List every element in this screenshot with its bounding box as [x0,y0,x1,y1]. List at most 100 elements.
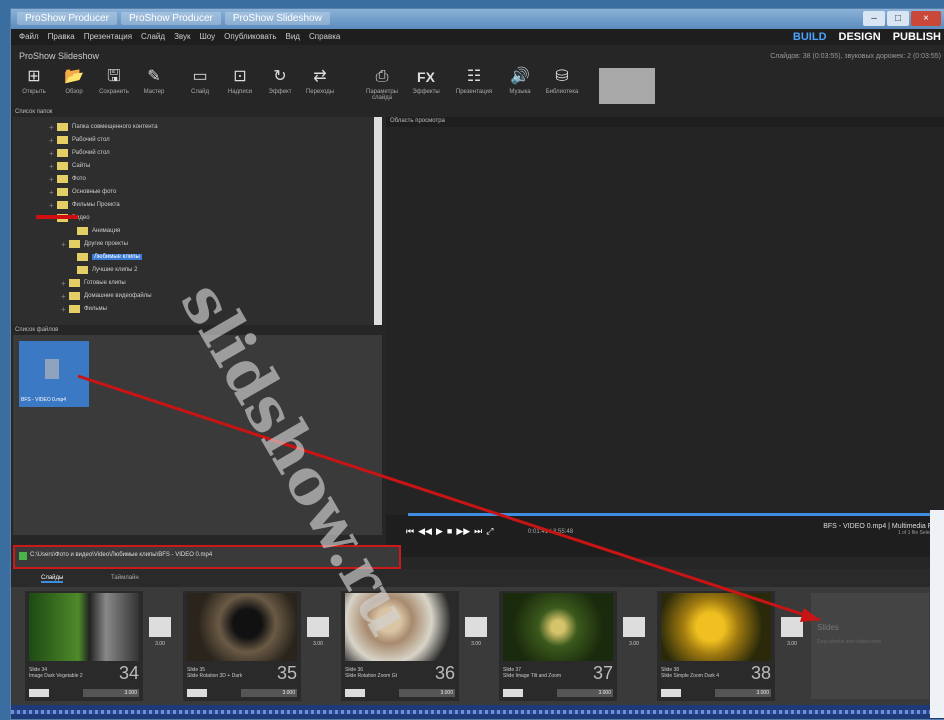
show-icon: ☷ [466,68,482,85]
toolbar-button[interactable]: ⇄ Переходы [301,67,339,95]
slide-controls-icon[interactable] [661,689,681,697]
preview-progress-bar[interactable] [408,513,944,516]
preview-area: Область просмотра ⏮ ◀◀ ▶ ■ ▶▶ ⏭ ⤢ 0:01:41 / 3:… [386,117,944,557]
slide-duration[interactable]: 3.000 [83,689,139,697]
slide-caption: Slide 36 Slide Rotation Zoom Gt [345,667,425,679]
toolbar-button[interactable]: ✎ Мастер [135,67,173,95]
transition[interactable]: 3.00 [465,617,487,647]
close-button[interactable]: × [911,11,941,26]
folder-scrollbar[interactable] [374,117,382,325]
toolbar-button[interactable]: ⊡ Надписи [221,67,259,95]
toolbar-button[interactable]: 🔊 Музыка [501,67,539,95]
taskbar-tab[interactable]: ProShow Slideshow [224,12,330,25]
folder-item[interactable]: + Рабочий стол [49,147,110,159]
wizard-icon: ✎ [147,68,161,85]
expander-icon[interactable]: + [49,136,57,145]
folder-item[interactable]: + Готовые клипы [61,277,126,289]
toolbar-button[interactable]: 📂 Обзор [55,67,93,95]
slide-controls-icon[interactable] [503,689,523,697]
tab-timeline[interactable]: Таймлайн [111,575,139,581]
toolbar-button[interactable]: FX Эффекты [407,67,445,95]
transition[interactable]: 3.00 [149,617,171,647]
transport-button[interactable]: ▶▶ [456,526,470,537]
transport-button[interactable]: ⤢ [486,526,493,537]
folder-item[interactable]: + Рабочий стол [49,134,110,146]
taskbar-tabs: ProShow Producer ProShow Producer ProShow … [17,12,330,25]
expander-icon[interactable]: + [61,292,69,301]
transport-button[interactable]: ▶ [436,526,443,537]
slide-controls-icon[interactable] [345,689,365,697]
audio-track[interactable] [11,705,944,719]
folder-item[interactable]: Лучшие клипы 2 [69,264,137,276]
slide-card[interactable]: Slide 36 Slide Rotation Zoom Gt 36 3.000 [341,591,459,701]
slide-controls-icon[interactable] [29,689,49,697]
tab-slides[interactable]: Слайды [41,575,64,583]
empty-slide-slot[interactable]: Slides Drop photos and videos here [811,593,929,699]
app-title: ProShow Slideshow [19,51,100,61]
slide-number: 36 [434,663,455,683]
toolbar-button[interactable]: ↻ Эффект [261,67,299,95]
folder-item[interactable]: Анимация [69,225,120,237]
toolbar-button[interactable]: 🖫 Сохранить [95,67,133,95]
minimize-button[interactable]: – [863,11,885,26]
folder-item[interactable]: + Домашние видеофайлы [61,290,152,302]
transition[interactable]: 3.00 [623,617,645,647]
file-tile[interactable]: BFS - VIDEO 0.mp4 [19,341,89,407]
mode-build[interactable]: BUILD [793,31,827,43]
toolbar-button[interactable]: ⊞ Открыть [15,67,53,95]
menu-item[interactable]: Слайд [141,32,165,41]
menu-item[interactable]: Звук [174,32,190,41]
transport-button[interactable]: ⏮ [406,526,414,537]
toolbar-label: Открыть [22,89,46,95]
folder-item[interactable]: + Фильмы Проекта [49,199,120,211]
expander-icon[interactable]: + [61,240,69,249]
expander-icon[interactable]: + [49,162,57,171]
transport-button[interactable]: ■ [447,526,452,537]
folder-item[interactable]: + Папка совмещенного контента [49,121,158,133]
toolbar-button[interactable]: ▭ Слайд [181,67,219,95]
slide-duration[interactable]: 3.000 [399,689,455,697]
mode-design[interactable]: DESIGN [839,31,881,43]
menu-item[interactable]: Файл [19,32,39,41]
expander-icon[interactable]: + [49,175,57,184]
slide-card[interactable]: Slide 35 Slide Rotation 3D + Dark 35 3.000 [183,591,301,701]
toolbar-button[interactable]: ☷ Презентация [455,67,493,95]
menu-item[interactable]: Шоу [199,32,215,41]
transition[interactable]: 3.00 [781,617,803,647]
folder-item[interactable]: Любимые клипы [69,251,142,263]
toolbar-button[interactable]: ⎙ Параметры слайда [363,67,401,101]
slide-duration[interactable]: 3.000 [557,689,613,697]
slide-card[interactable]: Slide 38 Slide Simple Zoom Dark 4 38 3.000 [657,591,775,701]
preview-header: Область просмотра [390,118,445,124]
folder-item[interactable]: + Фильмы [61,303,107,315]
expander-icon[interactable]: + [49,201,57,210]
menu-item[interactable]: Вид [285,32,299,41]
slide-card[interactable]: Slide 34 Image Dark Vegetable 2 34 3.000 [25,591,143,701]
menu-item[interactable]: Презентация [84,32,132,41]
expander-icon[interactable]: + [61,305,69,314]
folder-item[interactable]: + Основные фото [49,186,116,198]
folder-item[interactable]: + Другие проекты [61,238,128,250]
folder-item[interactable]: + Фото [49,173,86,185]
slide-card[interactable]: Slide 37 Slide Image Tilt and Zoom 37 3.000 [499,591,617,701]
transport-controls: ⏮ ◀◀ ▶ ■ ▶▶ ⏭ ⤢ [406,526,493,537]
toolbar-button[interactable]: ⛁ Библиотека [543,67,581,95]
transition[interactable]: 3.00 [307,617,329,647]
menu-item[interactable]: Правка [48,32,75,41]
slide-controls-icon[interactable] [187,689,207,697]
slide-duration[interactable]: 3.000 [241,689,297,697]
expander-icon[interactable]: + [61,279,69,288]
expander-icon[interactable]: + [49,123,57,132]
mode-publish[interactable]: PUBLISH [893,31,941,43]
taskbar-tab[interactable]: ProShow Producer [17,12,117,25]
folder-item[interactable]: + Сайты [49,160,90,172]
transport-button[interactable]: ◀◀ [418,526,432,537]
maximize-button[interactable]: □ [887,11,909,26]
slide-duration[interactable]: 3.000 [715,689,771,697]
menu-item[interactable]: Опубликовать [224,32,276,41]
expander-icon[interactable]: + [49,188,57,197]
expander-icon[interactable]: + [49,149,57,158]
menu-item[interactable]: Справка [309,32,340,41]
taskbar-tab[interactable]: ProShow Producer [120,12,221,25]
transport-button[interactable]: ⏭ [474,526,482,537]
